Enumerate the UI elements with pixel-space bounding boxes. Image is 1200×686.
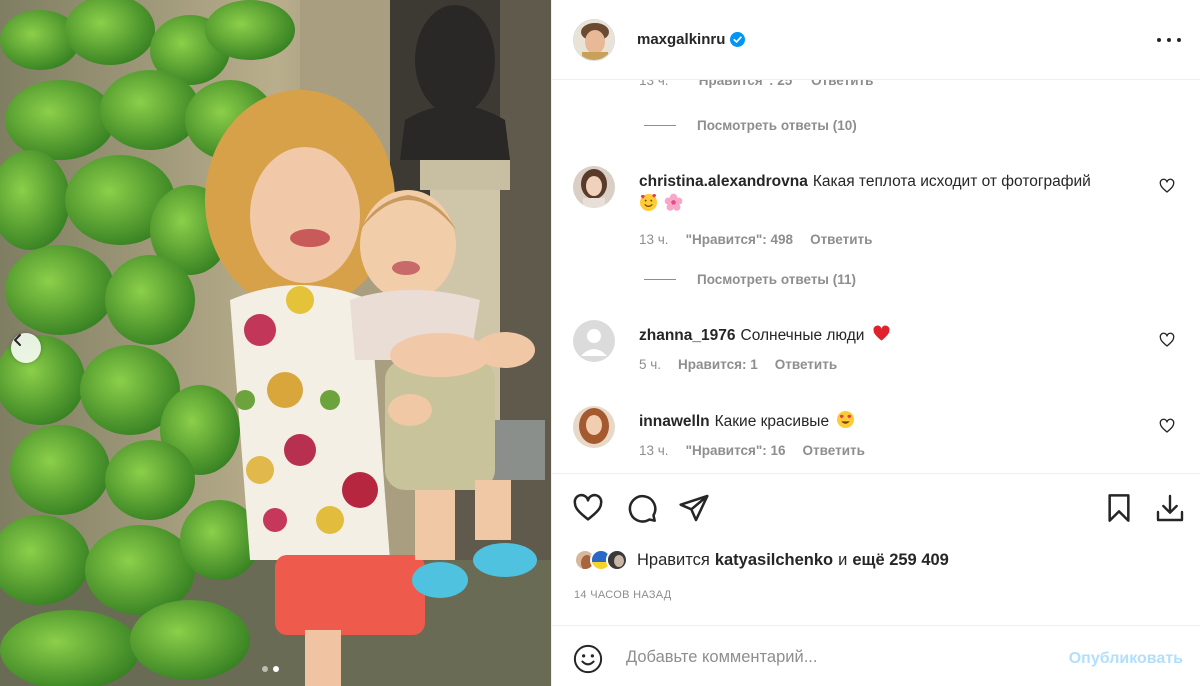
comment-body: christina.alexandrovna Какая теплота исхо… <box>639 170 1159 216</box>
comment-time: 5 ч. <box>639 357 662 372</box>
commenter-username[interactable]: zhanna_1976 <box>639 327 736 344</box>
comment-time: 13 ч. <box>639 80 669 88</box>
publish-button[interactable]: Опубликовать <box>1069 650 1183 668</box>
reply-button[interactable]: Ответить <box>775 357 837 372</box>
bookmark-save-icon[interactable] <box>1103 492 1135 524</box>
comment-text: Какая теплота исходит от фотографий <box>812 173 1091 190</box>
divider-line <box>644 279 676 280</box>
like-heart-icon[interactable] <box>572 492 604 524</box>
commenter-username[interactable]: christina.alexandrovna <box>639 173 808 190</box>
more-options-button[interactable] <box>1157 30 1181 50</box>
smiling-face-with-hearts-icon <box>639 193 658 212</box>
comment-body: zhanna_1976 Солнечные люди <box>639 324 1159 347</box>
liker-avatar <box>606 549 628 571</box>
author-username[interactable]: maxgalkinru <box>637 31 725 48</box>
heart-icon[interactable] <box>1159 418 1175 434</box>
comment-item: zhanna_1976 Солнечные люди 5 ч. Нравится:… <box>573 320 1183 380</box>
comment-time: 13 ч. <box>639 443 669 458</box>
commenter-username[interactable]: innawelln <box>639 413 710 430</box>
comment-likes[interactable]: "Нравится": 25 <box>692 80 792 88</box>
comment-meta-partial: 13 ч. "Нравится": 25 Ответить <box>639 80 873 88</box>
likes-connector: и <box>838 550 848 569</box>
view-replies-button[interactable]: Посмотреть ответы (11) <box>644 272 856 287</box>
comment-input[interactable] <box>626 644 1046 670</box>
liker-avatars <box>574 549 628 571</box>
commenter-avatar[interactable] <box>573 406 615 448</box>
comment-likes[interactable]: "Нравится": 16 <box>686 443 786 458</box>
comments-list[interactable]: 13 ч. "Нравится": 25 Ответить Посмотреть… <box>552 80 1200 473</box>
add-comment-bar: Опубликовать <box>552 625 1200 686</box>
comment-body: innawelln Какие красивые <box>639 410 1159 433</box>
carousel-dot <box>262 666 268 672</box>
heart-icon[interactable] <box>1159 178 1175 194</box>
view-replies-button[interactable]: Посмотреть ответы (10) <box>644 118 857 133</box>
post-timestamp[interactable]: 14 часов назад <box>574 589 672 601</box>
view-replies-label: Посмотреть ответы (11) <box>697 272 856 287</box>
commenter-avatar[interactable] <box>573 320 615 362</box>
comment-meta: 5 ч. Нравится: 1 Ответить <box>639 357 837 372</box>
reply-button[interactable]: Ответить <box>803 443 865 458</box>
carousel-prev-button[interactable] <box>11 333 41 363</box>
author-avatar[interactable] <box>573 18 615 61</box>
reply-button[interactable]: Ответить <box>810 232 872 247</box>
heart-icon[interactable] <box>1159 332 1175 348</box>
commenter-avatar[interactable] <box>573 166 615 208</box>
post-actions: Нравится katyasilchenko и ещё 259 409 14… <box>552 473 1200 625</box>
post-panel: maxgalkinru 13 ч. "Нравится": 25 Ответит… <box>551 0 1200 686</box>
comment-time: 13 ч. <box>639 232 669 247</box>
cherry-blossom-icon <box>664 193 683 211</box>
comment-text: Солнечные люди <box>740 327 865 344</box>
comment-likes[interactable]: Нравится: 1 <box>678 357 758 372</box>
comment-meta: 13 ч. "Нравится": 498 Ответить <box>639 232 872 247</box>
share-send-icon[interactable] <box>678 492 710 524</box>
download-icon[interactable] <box>1154 492 1186 524</box>
carousel-indicator <box>262 666 279 672</box>
liker-username[interactable]: katyasilchenko <box>715 551 833 570</box>
comment-item: innawelln Какие красивые 13 ч. "Нравится"… <box>573 406 1183 466</box>
likes-prefix: Нравится <box>637 550 710 569</box>
carousel-dot-active <box>273 666 279 672</box>
dot-icon <box>1167 38 1171 42</box>
red-heart-icon <box>873 325 890 341</box>
post-header: maxgalkinru <box>552 0 1200 80</box>
heart-eyes-icon <box>837 410 855 429</box>
reply-button[interactable]: Ответить <box>811 80 873 88</box>
comment-likes[interactable]: "Нравится": 498 <box>686 232 794 247</box>
comment-text: Какие красивые <box>714 413 830 430</box>
divider-line <box>644 125 676 126</box>
comment-meta: 13 ч. "Нравится": 16 Ответить <box>639 443 865 458</box>
likes-count[interactable]: ещё 259 409 <box>852 551 949 570</box>
photo-illustration <box>0 0 551 686</box>
chevron-left-icon <box>14 334 21 346</box>
dot-icon <box>1157 38 1161 42</box>
post-photo[interactable] <box>0 0 551 686</box>
dot-icon <box>1177 38 1181 42</box>
comment-item: christina.alexandrovna Какая теплота исхо… <box>573 166 1183 247</box>
likes-summary: Нравится katyasilchenko и ещё 259 409 <box>574 549 954 571</box>
comment-bubble-icon[interactable] <box>626 492 658 524</box>
emoji-smile-icon[interactable] <box>573 644 603 674</box>
verified-badge-icon <box>730 32 746 47</box>
view-replies-label: Посмотреть ответы (10) <box>697 118 857 133</box>
